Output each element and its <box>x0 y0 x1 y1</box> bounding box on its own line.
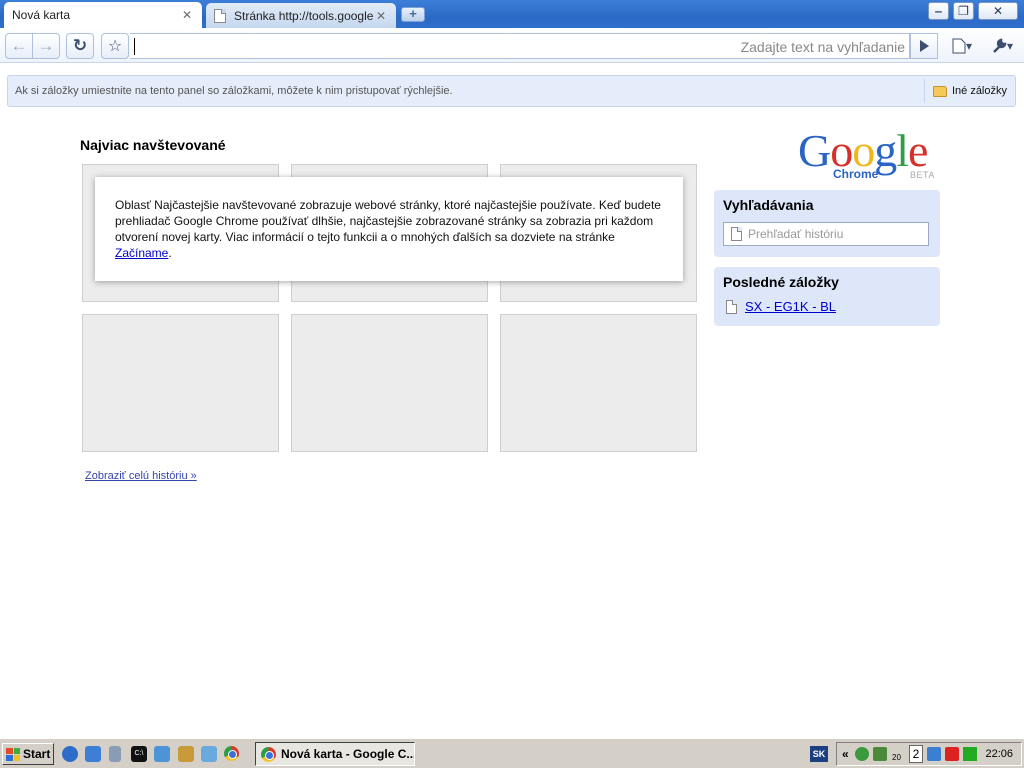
tab-title: Stránka http://tools.google... <box>234 8 374 23</box>
recent-bookmarks-title: Posledné záložky <box>723 274 839 290</box>
language-indicator[interactable]: SK <box>810 746 828 762</box>
omnibox-hint: Zadajte text na vyhľadanie <box>740 39 905 55</box>
page-menu-button[interactable]: ▾ <box>944 33 980 59</box>
logo-product: Chrome <box>833 167 879 181</box>
forward-button[interactable]: → <box>32 33 60 59</box>
security-tray-icon[interactable] <box>945 747 959 761</box>
bookmark-bar-hint: Ak si záložky umiestnite na tento panel … <box>15 85 453 97</box>
wrench-icon <box>993 38 1007 53</box>
toolbar: ← → ↻ ☆ Zadajte text na vyhľadanie ▾ ▾ <box>0 28 1024 63</box>
folder-icon <box>932 85 947 97</box>
searches-panel: Vyhľadávania Prehľadať históriu <box>714 190 940 257</box>
show-full-history-link[interactable]: Zobraziť celú históriu » <box>85 470 197 482</box>
omnibox[interactable]: Zadajte text na vyhľadanie <box>130 33 910 59</box>
tray-expand-icon[interactable]: « <box>842 747 849 761</box>
logo-beta-tag: BETA <box>910 170 935 180</box>
new-tab-button[interactable]: + <box>401 7 425 22</box>
back-button[interactable]: ← <box>5 33 33 59</box>
internet-explorer-icon[interactable] <box>62 746 78 762</box>
page-icon <box>731 227 742 241</box>
page-icon <box>952 38 966 54</box>
chrome-icon <box>261 746 276 762</box>
taskbar-button-chrome[interactable]: Nová karta - Google C... <box>255 742 415 766</box>
chrome-icon[interactable] <box>224 746 239 761</box>
system-tray: « 20 2 22:06 <box>836 742 1022 766</box>
chevron-down-icon: ▾ <box>965 39 973 53</box>
minimize-button[interactable]: ‒ <box>928 2 949 20</box>
start-label: Start <box>23 747 51 761</box>
searches-title: Vyhľadávania <box>723 197 814 213</box>
play-icon <box>919 40 929 52</box>
network-icon[interactable] <box>201 746 217 762</box>
windows-logo-icon <box>6 747 20 761</box>
go-button[interactable] <box>910 33 938 59</box>
history-search-input[interactable]: Prehľadať históriu <box>723 222 929 246</box>
history-search-placeholder: Prehľadať históriu <box>748 227 844 241</box>
other-bookmarks-label: Iné záložky <box>951 85 1007 97</box>
network-tray-icon[interactable] <box>855 747 869 761</box>
update-tray-icon[interactable] <box>963 747 977 761</box>
tools-icon[interactable] <box>178 746 194 762</box>
most-visited-thumbnail <box>82 314 279 452</box>
wrench-menu-button[interactable]: ▾ <box>984 33 1020 59</box>
recent-bookmarks-panel: Posledné záložky SX - EG1K - BL <box>714 267 940 326</box>
display-tray-icon[interactable] <box>927 747 941 761</box>
command-prompt-icon[interactable]: C:\ <box>131 746 147 762</box>
taskbar: Start C:\ Nová karta - Google C... SK « … <box>0 738 1024 768</box>
most-visited-title: Najviac navštevované <box>80 137 226 153</box>
bookmark-bar: Ak si záložky umiestnite na tento panel … <box>7 75 1016 107</box>
maximize-button[interactable]: ❐ <box>953 2 974 20</box>
bookmark-star-button[interactable]: ☆ <box>101 33 129 59</box>
getting-started-link[interactable]: Začíname <box>115 246 168 260</box>
most-visited-thumbnail <box>291 314 488 452</box>
text-caret <box>134 38 135 55</box>
close-window-button[interactable]: ✕ <box>978 2 1018 20</box>
start-button[interactable]: Start <box>2 743 54 765</box>
google-chrome-logo: Google Chrome BETA <box>798 125 948 185</box>
tab-title: Nová karta <box>12 8 71 22</box>
most-visited-thumbnail <box>500 314 697 452</box>
page-icon <box>214 8 226 23</box>
ie-icon[interactable] <box>85 746 101 762</box>
media-icon[interactable] <box>154 746 170 762</box>
notepad-icon[interactable] <box>109 746 121 762</box>
title-bar: Nová karta ✕ Stránka http://tools.google… <box>0 0 1024 28</box>
page-icon <box>726 300 737 314</box>
app-tray-icon[interactable] <box>873 747 887 761</box>
taskbar-button-label: Nová karta - Google C... <box>281 747 415 761</box>
clock: 22:06 <box>985 748 1013 760</box>
tab-close-icon[interactable]: ✕ <box>180 8 194 22</box>
reload-button[interactable]: ↻ <box>66 33 94 59</box>
most-visited-info-box: Oblasť Najčastejšie navštevované zobrazu… <box>95 177 683 281</box>
calendar-tray-icon[interactable]: 2 <box>909 745 923 763</box>
tray-small-number: 20 <box>892 753 901 762</box>
tab-tools-google[interactable]: Stránka http://tools.google... ✕ <box>206 3 396 28</box>
recent-bookmark-link[interactable]: SX - EG1K - BL <box>745 299 836 314</box>
other-bookmarks-button[interactable]: Iné záložky <box>923 79 1015 103</box>
info-text-end: . <box>168 246 172 260</box>
info-text: Oblasť Najčastejšie navštevované zobrazu… <box>115 198 661 244</box>
chevron-down-icon: ▾ <box>1006 39 1014 53</box>
tab-close-icon[interactable]: ✕ <box>374 9 388 23</box>
tab-new-tab[interactable]: Nová karta ✕ <box>4 2 202 28</box>
